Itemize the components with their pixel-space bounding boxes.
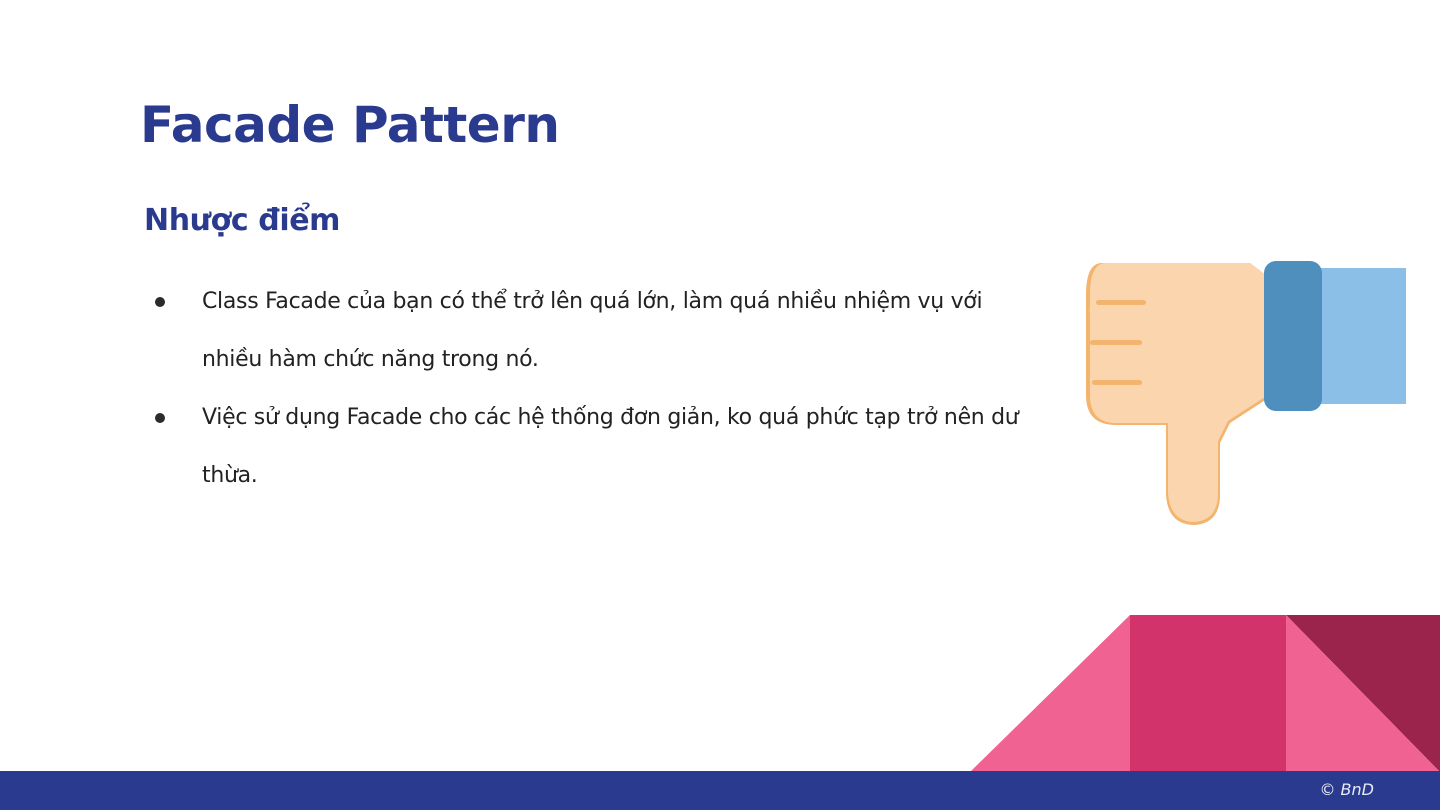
bullet-dot-icon: [155, 297, 165, 307]
bullet-text: Việc sử dụng Facade cho các hệ thống đơn…: [202, 405, 1019, 488]
slide-subtitle: Nhược điểm: [144, 203, 341, 238]
bullet-text: Class Facade của bạn có thể trở lên quá …: [202, 289, 983, 372]
decorative-corner-shapes: [970, 615, 1440, 772]
bullet-dot-icon: [155, 413, 165, 423]
bullet-item: Việc sử dụng Facade cho các hệ thống đơn…: [150, 389, 1030, 505]
copyright-text: © BnD: [1319, 780, 1374, 799]
bullet-item: Class Facade của bạn có thể trở lên quá …: [150, 273, 1030, 389]
slide: Facade Pattern Nhược điểm Class Facade c…: [0, 0, 1440, 810]
thumbs-down-icon: [1086, 261, 1406, 525]
footer-bar: © BnD: [0, 771, 1440, 810]
slide-title: Facade Pattern: [140, 96, 560, 154]
bullet-list: Class Facade của bạn có thể trở lên quá …: [150, 273, 1030, 505]
